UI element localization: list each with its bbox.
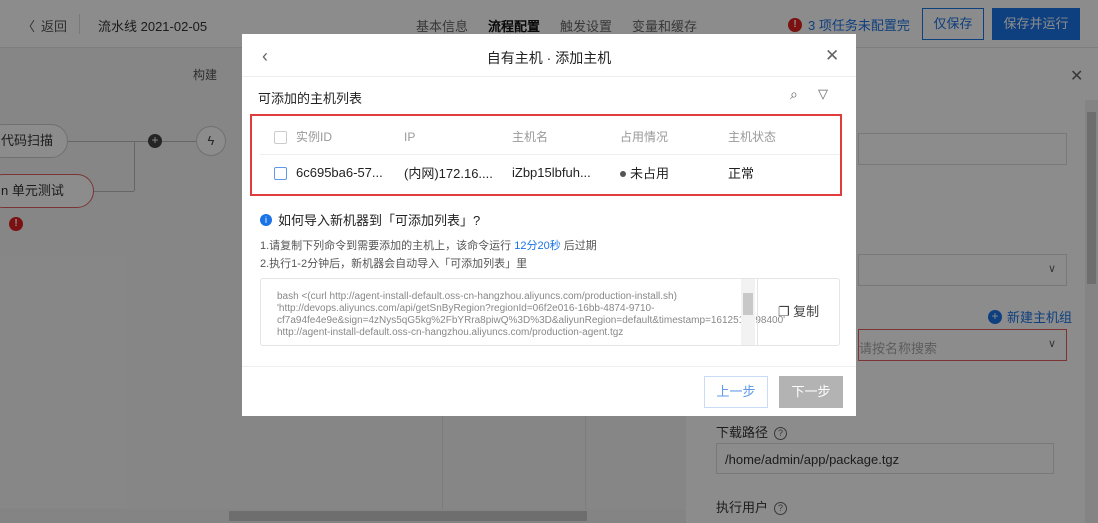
divider (242, 76, 856, 77)
hostname-cell: iZbp15lbfuh... (512, 164, 591, 180)
column-header: 主机状态 (728, 120, 840, 155)
step-1: 1.请复制下列命令到需要添加的主机上，该命令运行 12分20秒 后过期 (260, 237, 597, 253)
table-row[interactable]: 6c695ba6-57... (内网)172.16.... iZbp15lbfu… (260, 154, 840, 190)
step-1-prefix: 1.请复制下列命令到需要添加的主机上，该命令运行 (260, 240, 515, 252)
modal-title: 自有主机 · 添加主机 (486, 50, 612, 66)
copy-label: 复制 (793, 304, 820, 319)
host-table: 实例ID IP 主机名 占用情况 主机状态 6c695ba6-57... (内网… (260, 120, 840, 190)
divider (242, 366, 856, 367)
add-host-modal: ‹ 自有主机 · 添加主机 ✕ 可添加的主机列表 ⌕ ▽ 实例ID IP 主机名… (242, 34, 856, 416)
status-dot (620, 171, 626, 178)
next-step-button[interactable]: 下一步 (779, 376, 843, 408)
info-icon: i (260, 213, 272, 226)
select-all-checkbox[interactable] (274, 130, 287, 144)
filter-icon[interactable]: ▽ (818, 86, 828, 102)
install-command[interactable]: bash <(curl http://agent-install-default… (277, 291, 785, 339)
row-checkbox[interactable] (274, 166, 287, 180)
step-2: 2.执行1-2分钟后，新机器会自动导入「可添加列表」里 (260, 258, 528, 270)
instance-id-cell: 6c695ba6-57... (296, 164, 383, 180)
copy-icon: ❐ (777, 304, 790, 319)
previous-step-button[interactable]: 上一步 (704, 376, 768, 408)
column-header: IP (404, 120, 512, 155)
host-list-title: 可添加的主机列表 (258, 91, 363, 106)
column-header: 占用情况 (620, 120, 728, 155)
step-1-suffix: 后过期 (560, 240, 597, 252)
usage-cell: 未占用 (620, 154, 728, 190)
import-help-title: i 如何导入新机器到「可添加列表」? (260, 210, 480, 229)
expiry-countdown: 12分20秒 (514, 240, 561, 252)
column-header: 主机名 (512, 120, 620, 155)
command-box: bash <(curl http://agent-install-default… (260, 278, 840, 346)
close-icon[interactable]: ✕ (825, 46, 839, 66)
copy-button[interactable]: ❐ 复制 (757, 279, 839, 345)
column-header: 实例ID (296, 120, 404, 155)
row-select-cell (260, 154, 296, 190)
search-icon[interactable]: ⌕ (790, 86, 798, 103)
select-all-cell (260, 120, 296, 155)
import-help-text: 如何导入新机器到「可添加列表」? (278, 213, 481, 228)
ip-cell: (内网)172.16.... (404, 165, 493, 181)
host-table-container: 实例ID IP 主机名 占用情况 主机状态 6c695ba6-57... (内网… (250, 114, 842, 196)
host-status-cell: 正常 (728, 165, 755, 181)
usage-text: 未占用 (630, 165, 670, 181)
command-scrollbar-thumb[interactable] (743, 293, 753, 315)
table-header-row: 实例ID IP 主机名 占用情况 主机状态 (260, 120, 840, 155)
